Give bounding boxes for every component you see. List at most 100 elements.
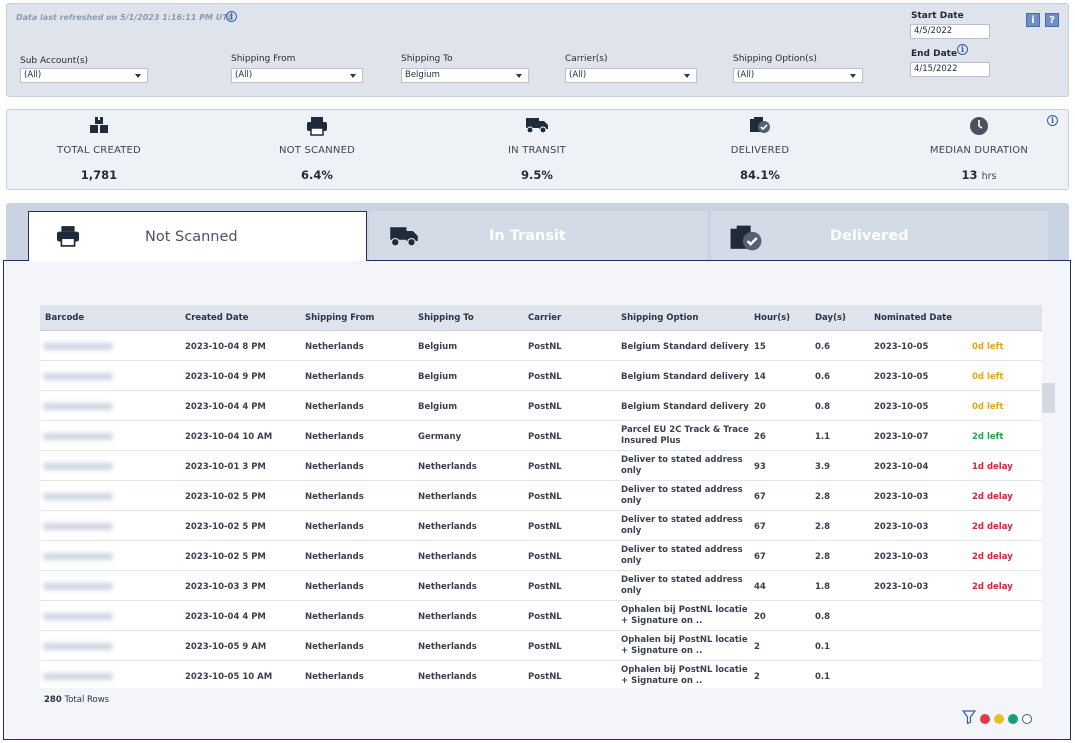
col-nominated-date[interactable]: Nominated Date <box>874 313 952 323</box>
legend-dot-green[interactable] <box>1008 713 1018 724</box>
table-row[interactable]: 2023-10-05 10 AM Netherlands Netherlands Po… <box>40 661 1042 688</box>
table-row[interactable]: 2023-10-04 8 PM Netherlands Belgium PostNL B… <box>40 331 1042 361</box>
barcode-redacted <box>43 493 113 500</box>
kpi-duration-unit: hrs <box>981 171 997 182</box>
table-row[interactable]: 2023-10-01 3 PM Netherlands Netherlands Pos… <box>40 451 1042 481</box>
cell-days: 2.8 <box>815 552 831 562</box>
cell-status: 2d left <box>972 432 1004 442</box>
start-date-input[interactable]: 4/5/2022 <box>910 24 990 39</box>
cell-nominated: 2023-10-03 <box>874 492 929 502</box>
info-icon[interactable]: i <box>226 11 237 22</box>
cell-nominated: 2023-10-05 <box>874 342 929 352</box>
barcode-redacted <box>43 463 113 470</box>
cell-days: 3.9 <box>815 462 831 472</box>
carrier-select[interactable]: (All) <box>565 68 697 83</box>
total-rows-label: Total Rows <box>64 695 110 705</box>
shipping-to-value: Belgium <box>405 70 440 80</box>
end-date-info-icon[interactable]: i <box>957 44 968 55</box>
carrier-label: Carrier(s) <box>565 54 608 64</box>
end-date-input[interactable]: 4/15/2022 <box>910 62 990 77</box>
cell-from: Netherlands <box>305 432 364 442</box>
shipping-from-select[interactable]: (All) <box>231 68 363 83</box>
col-created-date[interactable]: Created Date <box>185 313 248 323</box>
kpi-label: DELIVERED <box>730 145 790 156</box>
kpi-value: 84.1% <box>740 168 780 182</box>
col-shipping-option[interactable]: Shipping Option <box>621 313 698 323</box>
table-row[interactable]: 2023-10-02 5 PM Netherlands Netherlands Pos… <box>40 511 1042 541</box>
cell-option: Belgium Standard delivery <box>621 342 749 352</box>
table-row[interactable]: 2023-10-04 9 PM Netherlands Belgium PostNL B… <box>40 361 1042 391</box>
cell-from: Netherlands <box>305 582 364 592</box>
end-date-label: End Date <box>911 49 958 59</box>
cell-option: Deliver to stated address only <box>621 515 743 536</box>
kpi-label: TOTAL CREATED <box>57 145 141 156</box>
legend-dot-red[interactable] <box>980 713 990 724</box>
status-legend <box>961 709 1032 728</box>
cell-hours: 67 <box>754 552 766 562</box>
cell-to: Germany <box>418 432 462 442</box>
legend-dot-empty[interactable] <box>1022 713 1032 724</box>
chevron-down-icon <box>516 74 522 78</box>
cell-carrier: PostNL <box>528 612 562 622</box>
filter-icon[interactable] <box>961 709 977 728</box>
cell-hours: 93 <box>754 462 766 472</box>
cell-carrier: PostNL <box>528 582 562 592</box>
shipping-to-select[interactable]: Belgium <box>401 68 529 83</box>
sub-account-select[interactable]: (All) <box>20 68 148 83</box>
table-row[interactable]: 2023-10-04 4 PM Netherlands Belgium PostNL B… <box>40 391 1042 421</box>
col-carrier[interactable]: Carrier <box>528 313 561 323</box>
shipping-option-select[interactable]: (All) <box>733 68 863 83</box>
cell-nominated: 2023-10-04 <box>874 462 929 472</box>
total-rows: 280 Total Rows <box>44 695 109 705</box>
cell-hours: 44 <box>754 582 766 592</box>
cell-option: Ophalen bij PostNL locatie + Signature o… <box>621 635 748 656</box>
info-button[interactable]: i <box>1026 13 1040 27</box>
cell-created: 2023-10-02 5 PM <box>185 552 266 562</box>
cell-created: 2023-10-01 3 PM <box>185 462 266 472</box>
cell-option: Deliver to stated address only <box>621 485 743 506</box>
kpi-value: 6.4% <box>301 168 333 182</box>
cell-created: 2023-10-02 5 PM <box>185 522 266 532</box>
cell-carrier: PostNL <box>528 522 562 532</box>
table-row[interactable]: 2023-10-04 4 PM Netherlands Netherlands Pos… <box>40 601 1042 631</box>
cell-to: Netherlands <box>418 522 477 532</box>
legend-dot-yellow[interactable] <box>994 713 1004 724</box>
refresh-note: Data last refreshed on 5/1/2023 1:16:11 … <box>16 13 234 22</box>
chevron-down-icon <box>350 74 356 78</box>
tab-delivered[interactable]: Delivered <box>711 211 1048 261</box>
barcode-redacted <box>43 433 113 440</box>
col-shipping-to[interactable]: Shipping To <box>418 313 474 323</box>
cell-carrier: PostNL <box>528 402 562 412</box>
table-row[interactable]: 2023-10-02 5 PM Netherlands Netherlands Pos… <box>40 541 1042 571</box>
truck-icon <box>389 224 419 252</box>
col-shipping-from[interactable]: Shipping From <box>305 313 374 323</box>
sub-account-label: Sub Account(s) <box>20 56 89 66</box>
cell-hours: 2 <box>754 672 760 682</box>
cell-days: 0.1 <box>815 642 831 652</box>
cell-from: Netherlands <box>305 462 364 472</box>
kpi-total-created: TOTAL CREATED 1,781 <box>9 110 189 190</box>
scrollbar-thumb[interactable] <box>1042 383 1055 413</box>
help-button[interactable]: ? <box>1045 13 1059 27</box>
col-hours[interactable]: Hour(s) <box>754 313 790 323</box>
table-row[interactable]: 2023-10-03 3 PM Netherlands Netherlands Pos… <box>40 571 1042 601</box>
kpi-not-scanned: NOT SCANNED 6.4% <box>227 110 407 190</box>
col-days[interactable]: Day(s) <box>815 313 846 323</box>
tab-in-transit[interactable]: In Transit <box>369 211 707 261</box>
cell-to: Netherlands <box>418 582 477 592</box>
cell-days: 0.8 <box>815 402 831 412</box>
table-row[interactable]: 2023-10-02 5 PM Netherlands Netherlands Pos… <box>40 481 1042 511</box>
cell-from: Netherlands <box>305 552 364 562</box>
cell-days: 1.1 <box>815 432 831 442</box>
cell-created: 2023-10-04 8 PM <box>185 342 266 352</box>
clock-icon <box>889 116 1069 136</box>
cell-from: Netherlands <box>305 342 364 352</box>
cell-to: Netherlands <box>418 492 477 502</box>
col-barcode[interactable]: Barcode <box>45 313 84 323</box>
table-row[interactable]: 2023-10-04 10 AM Netherlands Germany PostNL… <box>40 421 1042 451</box>
cell-days: 2.8 <box>815 522 831 532</box>
table-row[interactable]: 2023-10-05 9 AM Netherlands Netherlands Pos… <box>40 631 1042 661</box>
cell-to: Netherlands <box>418 642 477 652</box>
kpi-in-transit: IN TRANSIT 9.5% <box>447 110 627 190</box>
tab-not-scanned[interactable]: Not Scanned <box>28 211 367 261</box>
